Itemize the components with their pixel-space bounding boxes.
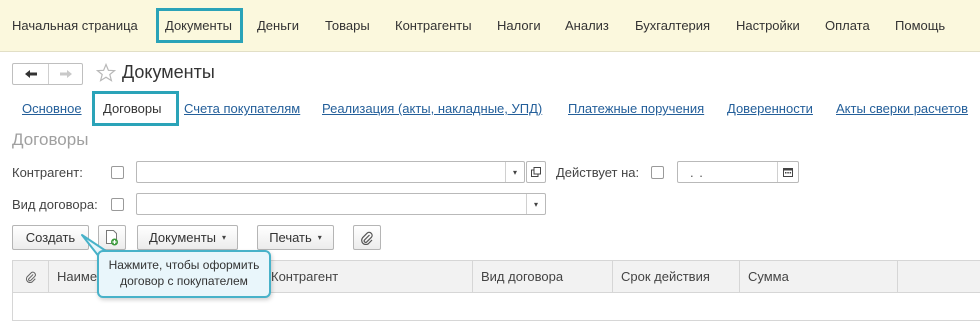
print-menu-button[interactable]: Печать ▾: [257, 225, 334, 250]
column-header-contract-type[interactable]: Вид договора: [473, 261, 613, 292]
menu-item-goods[interactable]: Товары: [325, 0, 370, 51]
attachments-button[interactable]: [353, 225, 381, 250]
tab-customer-invoices[interactable]: Счета покупателям: [184, 101, 300, 116]
menu-item-help[interactable]: Помощь: [895, 0, 945, 51]
counterparty-input[interactable]: ▾: [136, 161, 525, 183]
column-header-amount[interactable]: Сумма: [740, 261, 898, 292]
menu-item-documents[interactable]: Документы: [165, 0, 232, 51]
tab-main[interactable]: Основное: [22, 101, 82, 116]
create-hint-tooltip: Нажмите, чтобы оформить договор с покупа…: [97, 250, 271, 298]
column-header-validity[interactable]: Срок действия: [613, 261, 740, 292]
menu-item-payment[interactable]: Оплата: [825, 0, 870, 51]
chevron-down-icon: ▾: [222, 233, 227, 242]
contract-type-select[interactable]: ▾: [136, 193, 546, 215]
counterparty-label: Контрагент:: [12, 165, 83, 180]
valid-on-date-value: . .: [690, 165, 704, 180]
favorite-button[interactable]: [95, 62, 117, 86]
star-icon: [95, 62, 117, 82]
menu-item-settings[interactable]: Настройки: [736, 0, 800, 51]
open-window-icon: [531, 167, 541, 177]
menu-item-home[interactable]: Начальная страница: [12, 0, 138, 51]
contract-type-filter-checkbox[interactable]: [111, 198, 124, 211]
calendar-button[interactable]: [777, 162, 798, 182]
menu-item-taxes[interactable]: Налоги: [497, 0, 541, 51]
arrow-left-icon: [24, 70, 37, 78]
chevron-down-icon: ▾: [512, 167, 517, 177]
page-title: Документы: [122, 62, 215, 82]
valid-on-label: Действует на:: [556, 165, 640, 180]
create-button-label: Создать: [25, 230, 76, 245]
counterparty-open-button[interactable]: [526, 161, 546, 183]
documents-menu-button[interactable]: Документы ▾: [137, 225, 238, 250]
calendar-icon: [783, 168, 793, 177]
menu-item-counterparties[interactable]: Контрагенты: [395, 0, 472, 51]
tab-sales[interactable]: Реализация (акты, накладные, УПД): [322, 101, 542, 116]
top-menu: Начальная страница Документы Деньги Това…: [0, 0, 980, 52]
contract-type-dropdown-button[interactable]: ▾: [526, 194, 545, 214]
contract-type-label: Вид договора:: [12, 197, 98, 212]
valid-on-date-input[interactable]: . .: [677, 161, 799, 183]
valid-on-filter-checkbox[interactable]: [651, 166, 664, 179]
section-title: Договоры: [12, 130, 89, 149]
column-header-counterparty[interactable]: Контрагент: [263, 261, 473, 292]
counterparty-filter-checkbox[interactable]: [111, 166, 124, 179]
history-navigation: [12, 63, 83, 85]
chevron-down-icon: ▾: [533, 199, 538, 209]
paperclip-icon: [25, 271, 36, 283]
print-button-label: Печать: [269, 230, 312, 245]
counterparty-dropdown-button[interactable]: ▾: [505, 162, 524, 182]
chevron-down-icon: ▾: [317, 233, 322, 242]
tab-reconciliation-acts[interactable]: Акты сверки расчетов: [836, 101, 968, 116]
menu-item-analysis[interactable]: Анализ: [565, 0, 609, 51]
documents-button-label: Документы: [148, 230, 216, 245]
forward-button[interactable]: [48, 64, 83, 84]
tab-contracts[interactable]: Договоры: [103, 101, 161, 116]
paperclip-icon: [361, 231, 373, 245]
attachments-column-header[interactable]: [13, 261, 49, 292]
menu-item-money[interactable]: Деньги: [257, 0, 299, 51]
tooltip-line-2: договор с покупателем: [120, 274, 248, 288]
tooltip-line-1: Нажмите, чтобы оформить: [108, 258, 260, 272]
back-button[interactable]: [13, 64, 49, 84]
tab-powers-of-attorney[interactable]: Доверенности: [727, 101, 813, 116]
tab-payment-orders[interactable]: Платежные поручения: [568, 101, 704, 116]
menu-item-accounting[interactable]: Бухгалтерия: [635, 0, 710, 51]
arrow-right-icon: [59, 70, 72, 78]
